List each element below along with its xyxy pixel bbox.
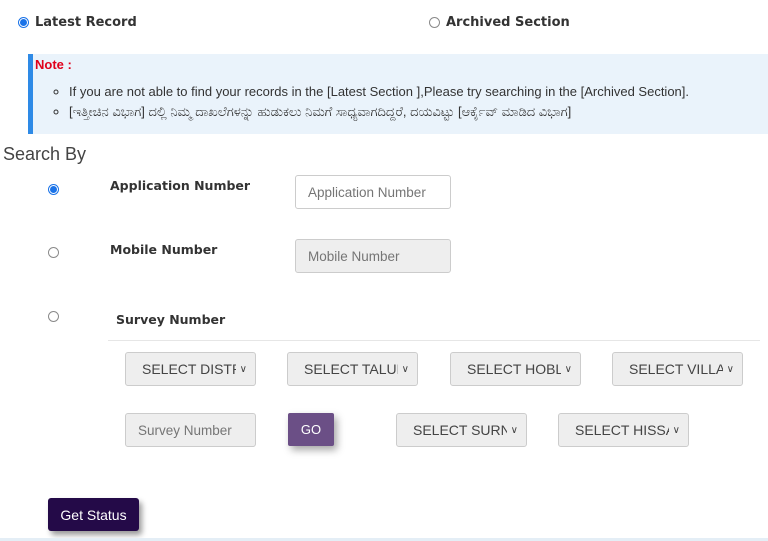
note-list: If you are not able to find your records…: [51, 82, 689, 122]
survey-divider: [108, 340, 760, 341]
note-item-kannada: [ಇತ್ತೀಚಿನ ವಿಭಾಗ] ದಲ್ಲಿ ನಿಮ್ಮ ದಾಖಲೆಗಳನ್ನು…: [69, 102, 689, 122]
mobile-number-radio[interactable]: [48, 247, 59, 258]
select-hissa-value: SELECT HISSA: [575, 422, 669, 438]
select-hobli[interactable]: SELECT HOBLI ∨: [450, 352, 581, 386]
get-status-button[interactable]: Get Status: [48, 498, 139, 531]
note-box: Note : If you are not able to find your …: [28, 54, 768, 134]
latest-record-label: Latest Record: [35, 15, 137, 30]
note-item-english: If you are not able to find your records…: [69, 82, 689, 102]
survey-number-input[interactable]: [125, 413, 256, 447]
select-surnoc-value: SELECT SURNOC: [413, 422, 507, 438]
select-surnoc[interactable]: SELECT SURNOC ∨: [396, 413, 527, 447]
archived-section-radio[interactable]: [429, 17, 440, 28]
application-number-input[interactable]: [295, 175, 451, 209]
select-taluk-value: SELECT TALUK: [304, 361, 398, 377]
archived-section-option[interactable]: Archived Section: [429, 15, 570, 30]
latest-record-radio[interactable]: [18, 17, 29, 28]
select-hissa[interactable]: SELECT HISSA ∨: [558, 413, 689, 447]
select-taluk[interactable]: SELECT TALUK ∨: [287, 352, 418, 386]
note-title: Note :: [35, 57, 72, 72]
chevron-down-icon: ∨: [239, 363, 247, 375]
chevron-down-icon: ∨: [510, 424, 518, 436]
go-button[interactable]: GO: [288, 413, 334, 446]
survey-number-radio[interactable]: [48, 311, 59, 322]
chevron-down-icon: ∨: [726, 363, 734, 375]
select-district[interactable]: SELECT DISTRICT ∨: [125, 352, 256, 386]
archived-section-label: Archived Section: [446, 15, 570, 30]
select-district-value: SELECT DISTRICT: [142, 361, 236, 377]
mobile-number-input[interactable]: [295, 239, 451, 273]
chevron-down-icon: ∨: [672, 424, 680, 436]
chevron-down-icon: ∨: [401, 363, 409, 375]
mobile-number-label: Mobile Number: [110, 242, 218, 257]
select-hobli-value: SELECT HOBLI: [467, 361, 561, 377]
survey-number-label: Survey Number: [116, 312, 226, 327]
select-village-value: SELECT VILLAGE: [629, 361, 723, 377]
search-by-heading: Search By: [3, 144, 87, 164]
latest-record-option[interactable]: Latest Record: [18, 15, 137, 30]
application-number-label: Application Number: [110, 178, 251, 193]
chevron-down-icon: ∨: [564, 363, 572, 375]
select-village[interactable]: SELECT VILLAGE ∨: [612, 352, 743, 386]
application-number-radio[interactable]: [48, 184, 59, 195]
